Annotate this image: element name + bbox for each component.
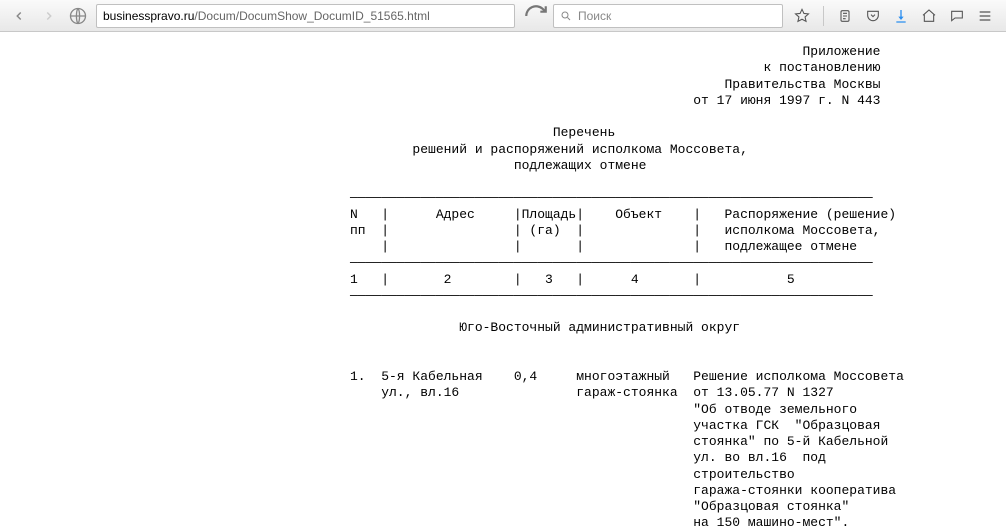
url-host: businesspravo.ru bbox=[103, 9, 194, 23]
downloads-button[interactable] bbox=[892, 7, 910, 25]
browser-toolbar: businesspravo.ru/Docum/DocumShow_DocumID… bbox=[0, 0, 1006, 32]
menu-button[interactable] bbox=[976, 7, 994, 25]
arrow-right-icon bbox=[42, 9, 56, 23]
site-identity-icon[interactable] bbox=[68, 6, 88, 26]
home-button[interactable] bbox=[920, 7, 938, 25]
globe-icon bbox=[68, 6, 88, 26]
download-icon bbox=[893, 8, 909, 24]
reader-button[interactable] bbox=[836, 7, 854, 25]
url-path: /Docum/DocumShow_DocumID_51565.html bbox=[194, 9, 429, 23]
arrow-left-icon bbox=[12, 9, 26, 23]
pocket-button[interactable] bbox=[864, 7, 882, 25]
menu-icon bbox=[977, 8, 993, 24]
clipboard-icon bbox=[837, 8, 853, 24]
url-bar[interactable]: businesspravo.ru/Docum/DocumShow_DocumID… bbox=[96, 4, 515, 28]
home-icon bbox=[921, 8, 937, 24]
search-placeholder: Поиск bbox=[578, 9, 611, 23]
toolbar-separator bbox=[823, 6, 824, 26]
pocket-icon bbox=[865, 8, 881, 24]
reload-button[interactable] bbox=[523, 4, 549, 28]
reload-icon bbox=[523, 3, 549, 29]
document-body: Приложение к постановлению Правительства… bbox=[350, 44, 1006, 526]
forward-button[interactable] bbox=[36, 4, 62, 28]
chat-icon bbox=[949, 8, 965, 24]
page-content: Приложение к постановлению Правительства… bbox=[0, 32, 1006, 526]
star-icon bbox=[794, 8, 810, 24]
search-bar[interactable]: Поиск bbox=[553, 4, 783, 28]
search-icon bbox=[560, 10, 572, 22]
chat-button[interactable] bbox=[948, 7, 966, 25]
toolbar-icons bbox=[787, 6, 1000, 26]
back-button[interactable] bbox=[6, 4, 32, 28]
bookmark-button[interactable] bbox=[793, 7, 811, 25]
